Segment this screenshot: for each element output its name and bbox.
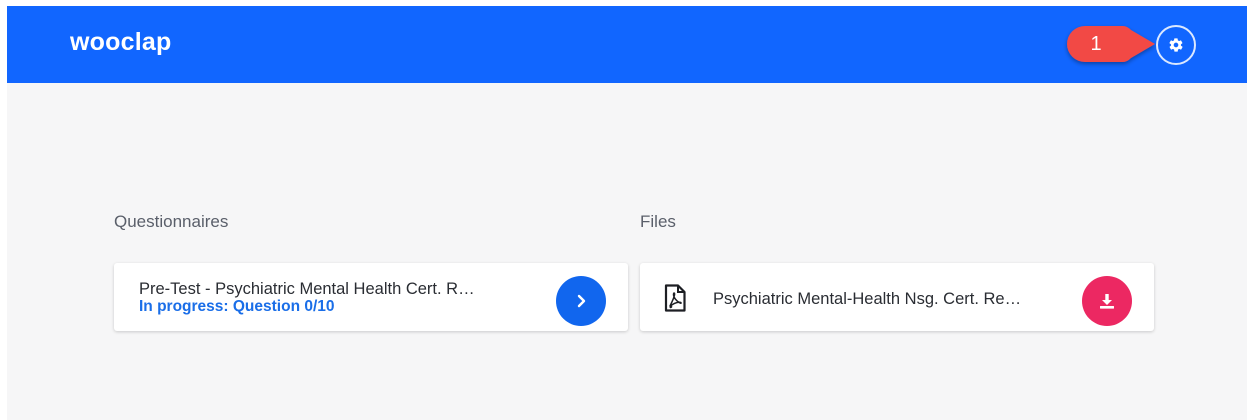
file-title: Psychiatric Mental-Health Nsg. Cert. Re… xyxy=(713,290,1022,308)
main-content: wooclap 1 Questionnaires Pre-Test - Psyc… xyxy=(7,6,1247,420)
questionnaire-status: In progress: Question 0/10 xyxy=(139,298,335,315)
gear-icon xyxy=(1169,38,1183,52)
download-icon xyxy=(1100,294,1114,309)
file-card[interactable]: Psychiatric Mental-Health Nsg. Cert. Re… xyxy=(640,263,1154,331)
top-bar: wooclap 1 xyxy=(7,6,1247,83)
callout-annotation xyxy=(1067,26,1155,62)
files-heading: Files xyxy=(640,212,676,231)
download-file-button[interactable] xyxy=(1082,276,1132,326)
wooclap-logo[interactable]: wooclap xyxy=(70,26,171,58)
questionnaire-card[interactable]: Pre-Test - Psychiatric Mental Health Cer… xyxy=(114,263,628,331)
questionnaires-heading: Questionnaires xyxy=(114,212,229,231)
settings-button[interactable] xyxy=(1156,25,1196,65)
callout-number: 1 xyxy=(1090,33,1102,55)
app-window: wooclap 1 Questionnaires Pre-Test - Psyc… xyxy=(0,0,1253,420)
questionnaire-title: Pre-Test - Psychiatric Mental Health Cer… xyxy=(139,280,475,298)
chevron-right-icon xyxy=(577,294,586,308)
pdf-file-icon xyxy=(664,284,686,312)
open-questionnaire-button[interactable] xyxy=(556,276,606,326)
